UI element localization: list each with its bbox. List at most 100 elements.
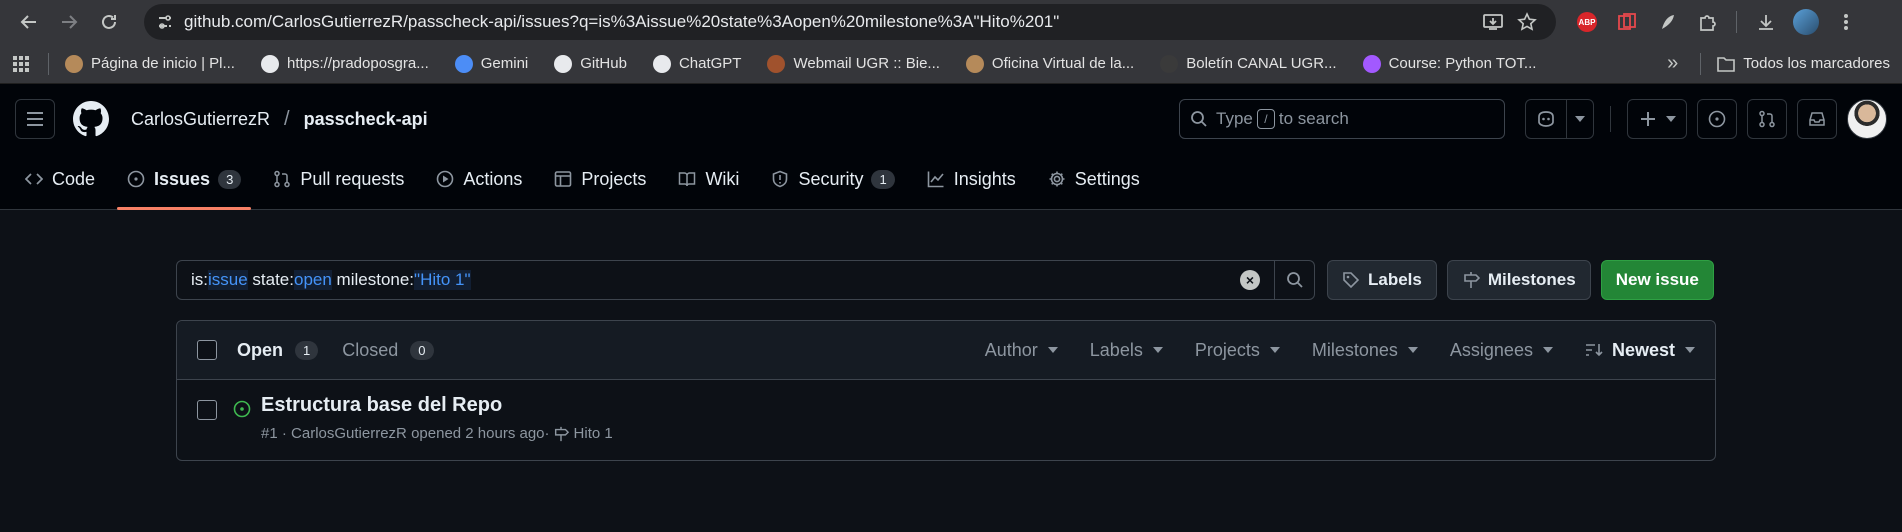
closed-issues-tab[interactable]: Closed 0	[342, 340, 434, 361]
issue-number: #1	[261, 425, 278, 442]
labels-button[interactable]: Labels	[1327, 260, 1437, 300]
tab-label: Issues	[154, 168, 211, 189]
tab-actions[interactable]: Actions	[426, 154, 532, 210]
puzzle-extensions-icon[interactable]	[1690, 5, 1724, 39]
your-pull-requests-button[interactable]	[1747, 99, 1787, 139]
chevron-down-icon[interactable]	[1566, 100, 1593, 138]
tab-issues[interactable]: Issues 3	[117, 154, 252, 210]
open-count-badge: 1	[295, 340, 319, 360]
copilot-icon[interactable]	[1526, 100, 1566, 138]
tab-insights[interactable]: Insights	[917, 154, 1026, 210]
star-icon[interactable]	[1510, 7, 1544, 37]
search-icon	[1286, 272, 1303, 288]
breadcrumb-separator: /	[284, 107, 290, 130]
chrome-menu-icon[interactable]	[1829, 5, 1863, 39]
global-nav-menu-button[interactable]	[15, 99, 55, 139]
issue-row: Estructura base del Repo #1 · CarlosGutie…	[177, 380, 1715, 460]
tab-pull-requests[interactable]: Pull requests	[263, 154, 414, 210]
address-bar[interactable]: github.com/CarlosGutierrezR/passcheck-ap…	[144, 4, 1556, 40]
issue-opened-icon	[1708, 110, 1726, 128]
tab-label: Settings	[1074, 168, 1140, 189]
arrow-right-icon	[62, 15, 78, 29]
tab-counter-badge: 1	[871, 169, 895, 189]
issue-opened-time: opened 2 hours ago	[411, 425, 545, 442]
extensions-area: ABP	[1570, 5, 1863, 39]
pdf-extension-icon[interactable]	[1610, 5, 1644, 39]
bookmark-label: Boletín CANAL UGR...	[1186, 55, 1337, 72]
filter-milestones-dropdown[interactable]: Milestones	[1312, 340, 1418, 361]
filter-assignees-dropdown[interactable]: Assignees	[1450, 340, 1553, 361]
download-icon[interactable]	[1749, 5, 1783, 39]
user-avatar[interactable]	[1847, 99, 1887, 139]
bookmark-item[interactable]: ChatGPT	[652, 54, 741, 73]
tab-projects[interactable]: Projects	[544, 154, 656, 210]
filter-author-dropdown[interactable]: Author	[985, 340, 1058, 361]
issue-title-link[interactable]: Estructura base del Repo	[261, 394, 613, 417]
filter-labels-dropdown[interactable]: Labels	[1090, 340, 1163, 361]
bookmark-item[interactable]: https://pradoposgra...	[260, 54, 429, 73]
repo-name-link[interactable]: passcheck-api	[304, 109, 428, 130]
bookmark-item[interactable]: GitHub	[554, 54, 627, 73]
browser-toolbar: github.com/CarlosGutierrezR/passcheck-ap…	[0, 0, 1902, 44]
repo-owner-link[interactable]: CarlosGutierrezR	[131, 109, 270, 130]
bookmark-item[interactable]: Webmail UGR :: Bie...	[767, 54, 940, 73]
gear-icon	[1049, 171, 1065, 187]
folder-icon	[1717, 56, 1736, 72]
all-bookmarks-folder[interactable]: Todos los marcadores	[1717, 55, 1890, 72]
url-text[interactable]: github.com/CarlosGutierrezR/passcheck-ap…	[184, 12, 1476, 32]
site-info-icon[interactable]	[156, 13, 174, 31]
code-icon	[25, 173, 43, 185]
global-search-input[interactable]: Type / to search	[1179, 99, 1505, 139]
clear-filter-icon[interactable]: ×	[1240, 270, 1260, 290]
chevron-down-icon	[1662, 100, 1686, 138]
meta-separator: ·	[544, 425, 550, 442]
filter-projects-dropdown[interactable]: Projects	[1195, 340, 1280, 361]
copilot-button[interactable]	[1525, 99, 1594, 139]
profile-avatar[interactable]	[1789, 5, 1823, 39]
select-all-checkbox[interactable]	[197, 340, 217, 360]
bookmark-item[interactable]: Oficina Virtual de la...	[965, 54, 1134, 73]
issue-opened-icon	[127, 170, 145, 188]
bookmarks-overflow-button[interactable]: »	[1667, 52, 1678, 75]
repo-tabs: Code Issues 3 Pull requests Actions Projects W…	[0, 154, 1902, 210]
breadcrumb: CarlosGutierrezR / passcheck-api	[131, 108, 428, 131]
reload-button[interactable]	[92, 5, 126, 39]
install-app-icon[interactable]	[1476, 7, 1510, 37]
issues-list-header: Open 1 Closed 0 Author Labels Projects Mile…	[177, 321, 1715, 380]
apps-icon[interactable]	[12, 55, 30, 73]
new-issue-button[interactable]: New issue	[1600, 260, 1714, 300]
dropdown-label: Assignees	[1449, 339, 1533, 360]
milestone-icon	[554, 426, 569, 441]
tab-code[interactable]: Code	[15, 154, 105, 210]
adblock-extension-icon[interactable]: ABP	[1570, 5, 1604, 39]
issue-author-link[interactable]: CarlosGutierrezR	[291, 425, 407, 442]
inbox-icon	[1809, 112, 1825, 126]
create-new-button[interactable]	[1627, 99, 1687, 139]
bookmark-label: https://pradoposgra...	[286, 55, 429, 72]
feather-extension-icon[interactable]	[1650, 5, 1684, 39]
bookmark-item[interactable]: Boletín CANAL UGR...	[1160, 54, 1337, 73]
github-logo-icon[interactable]	[73, 101, 109, 137]
tab-settings[interactable]: Settings	[1038, 154, 1150, 210]
back-button[interactable]	[12, 5, 46, 39]
forward-button[interactable]	[52, 5, 86, 39]
closed-count-badge: 0	[410, 340, 434, 360]
open-issues-tab[interactable]: Open 1	[237, 340, 319, 361]
tab-security[interactable]: Security 1	[761, 154, 904, 210]
filter-search-button[interactable]	[1275, 260, 1315, 300]
issue-milestone-link[interactable]: Hito 1	[574, 425, 613, 442]
chevron-down-icon	[1685, 347, 1695, 353]
bookmark-item[interactable]: Página de inicio | Pl...	[65, 54, 235, 73]
issue-checkbox[interactable]	[197, 400, 217, 420]
inbox-button[interactable]	[1797, 99, 1837, 139]
your-issues-button[interactable]	[1697, 99, 1737, 139]
tab-label: Wiki	[705, 168, 740, 189]
search-shortcut-key: /	[1256, 109, 1275, 129]
bookmark-item[interactable]: Course: Python TOT...	[1362, 54, 1536, 73]
tab-wiki[interactable]: Wiki	[668, 154, 749, 210]
sort-dropdown[interactable]: Newest	[1585, 340, 1695, 361]
bookmark-item[interactable]: Gemini	[454, 54, 528, 73]
milestones-button[interactable]: Milestones	[1446, 260, 1591, 300]
issues-filter-input[interactable]: is: issue state: open milestone: "Hito 1" ×	[176, 260, 1275, 300]
dropdown-label: Labels	[1089, 339, 1143, 360]
